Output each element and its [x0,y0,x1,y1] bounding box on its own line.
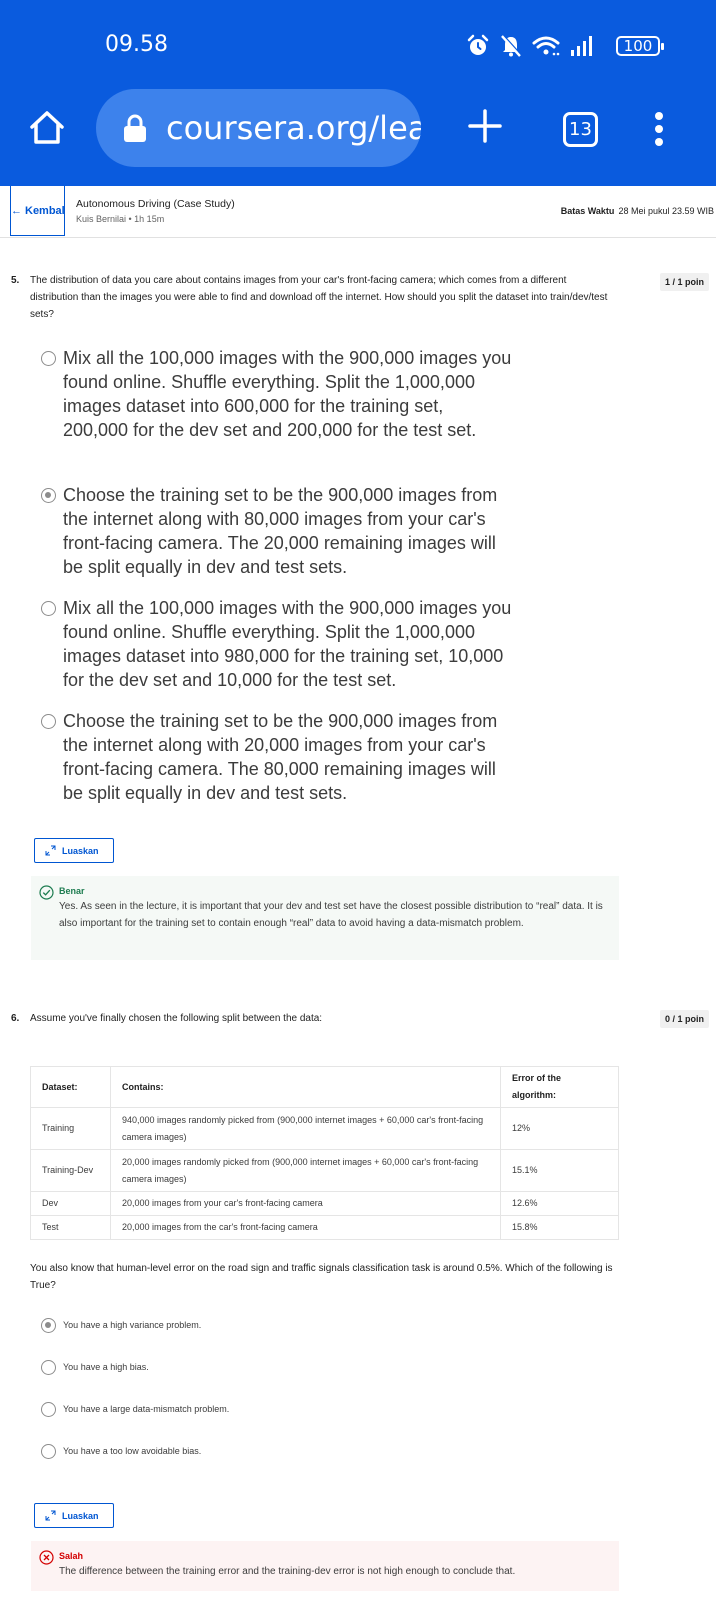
new-tab-button[interactable] [468,109,502,143]
browser-chrome: 09.58 100 coursera.org/lear 13 [0,0,716,186]
course-header: ← Kembali Autonomous Driving (Case Study)… [0,186,716,238]
q5-option-1-text: Mix all the 100,000 images with the 900,… [63,348,512,440]
home-icon [30,111,64,144]
table-cell: 15.8% [500,1215,619,1240]
q5-expand-label: Luaskan [62,845,99,856]
deadline: Batas Waktu 28 Mei pukul 23.59 WIB [561,206,714,216]
q6-option-3-radio[interactable] [41,1402,56,1417]
status-time: 09.58 [105,32,168,57]
q5-option-2[interactable]: Choose the training set to be the 900,00… [41,483,513,579]
course-subtitle: Kuis Bernilai • 1h 15m [76,214,165,224]
table-row: Dev 20,000 images from your car's front-… [30,1191,619,1216]
question-5-number: 5. [11,275,20,286]
question-6-number: 6. [11,1013,20,1024]
q5-option-1[interactable]: Mix all the 100,000 images with the 900,… [41,346,513,442]
x-circle-icon [39,1550,54,1565]
q5-option-3[interactable]: Mix all the 100,000 images with the 900,… [41,596,513,692]
q5-option-2-text: Choose the training set to be the 900,00… [63,485,498,577]
check-circle-icon [39,885,54,900]
q6-option-1[interactable]: You have a high variance problem. [41,1318,201,1333]
question-5-points: 1 / 1 poin [660,273,710,291]
q6-feedback-text: The difference between the training erro… [59,1566,516,1577]
q5-feedback: Benar Yes. As seen in the lecture, it is… [31,876,619,960]
plus-icon [468,109,502,143]
table-cell: 12% [500,1107,619,1150]
q6-option-3[interactable]: You have a large data-mismatch problem. [41,1402,229,1417]
url-text: coursera.org/lear [166,109,421,147]
q5-option-4-text: Choose the training set to be the 900,00… [63,711,498,803]
question-6-followup: You also know that human-level error on … [30,1263,613,1291]
table-cell: Test [30,1215,111,1240]
q5-option-4[interactable]: Choose the training set to be the 900,00… [41,709,513,805]
table-cell: 12.6% [500,1191,619,1216]
back-label: Kembali [25,204,65,217]
table-cell: 15.1% [500,1149,619,1192]
signal-icon [571,36,592,56]
q5-option-2-radio[interactable] [41,488,56,503]
table-header-row: Dataset: Contains: Error of the algorith… [30,1066,619,1108]
q6-option-2-text: You have a high bias. [63,1362,149,1372]
back-arrow-icon: ← [11,204,22,217]
q5-expand-button[interactable]: Luaskan [34,838,114,863]
bell-off-icon [501,34,522,57]
q6-option-4[interactable]: You have a too low avoidable bias. [41,1444,201,1459]
q6-option-2[interactable]: You have a high bias. [41,1360,149,1375]
q6-expand-button[interactable]: Luaskan [34,1503,114,1528]
alarm-icon [467,34,489,55]
address-bar[interactable]: coursera.org/lear [96,89,421,167]
table-header: Dataset: [30,1066,111,1108]
tab-switcher-button[interactable]: 13 [563,112,598,147]
table-cell: Training [30,1107,111,1150]
battery-indicator: 100 [616,36,664,56]
question-6-text: Assume you've finally chosen the followi… [30,1013,323,1024]
question-6-points: 0 / 1 poin [660,1010,710,1028]
table-cell: Dev [30,1191,111,1216]
q5-feedback-status: Benar [59,886,85,896]
table-header: Error of the algorithm: [500,1066,619,1108]
table-cell: 20,000 images from the car's front-facin… [110,1215,501,1240]
table-row: Training-Dev 20,000 images randomly pick… [30,1149,619,1192]
q5-option-4-radio[interactable] [41,714,56,729]
browser-menu-button[interactable] [651,110,667,148]
data-split-table: Dataset: Contains: Error of the algorith… [30,1066,619,1240]
home-button[interactable] [28,108,66,146]
course-title: Autonomous Driving (Case Study) [76,198,235,210]
wifi-icon [532,36,560,56]
status-icons [466,34,594,58]
q6-option-3-text: You have a large data-mismatch problem. [63,1404,230,1414]
q5-option-3-text: Mix all the 100,000 images with the 900,… [63,598,512,690]
table-row: Training 940,000 images randomly picked … [30,1107,619,1150]
q6-option-1-radio[interactable] [41,1318,56,1333]
table-cell: 940,000 images randomly picked from (900… [110,1107,501,1150]
q5-option-3-radio[interactable] [41,601,56,616]
table-cell: 20,000 images from your car's front-faci… [110,1191,501,1216]
deadline-label: Batas Waktu [560,206,615,216]
deadline-value: 28 Mei pukul 23.59 WIB [618,206,714,216]
q6-feedback-status: Salah [59,1551,84,1561]
q6-option-1-text: You have a high variance problem. [63,1320,202,1330]
q6-expand-label: Luaskan [62,1510,99,1521]
q6-option-4-text: You have a too low avoidable bias. [63,1446,202,1456]
table-header: Contains: [110,1066,501,1108]
lock-icon [124,114,146,142]
q6-option-2-radio[interactable] [41,1360,56,1375]
back-button[interactable]: ← Kembali [10,186,65,236]
table-cell: 20,000 images randomly picked from (900,… [110,1149,501,1192]
expand-icon [45,1510,56,1521]
q6-feedback: Salah The difference between the trainin… [31,1541,619,1591]
expand-icon [45,845,56,856]
question-5-text: The distribution of data you care about … [30,275,608,320]
more-vert-icon [655,112,663,146]
table-row: Test 20,000 images from the car's front-… [30,1215,619,1240]
q6-option-4-radio[interactable] [41,1444,56,1459]
q5-option-1-radio[interactable] [41,351,56,366]
table-cell: Training-Dev [30,1149,111,1192]
q5-feedback-text: Yes. As seen in the lecture, it is impor… [59,901,603,929]
